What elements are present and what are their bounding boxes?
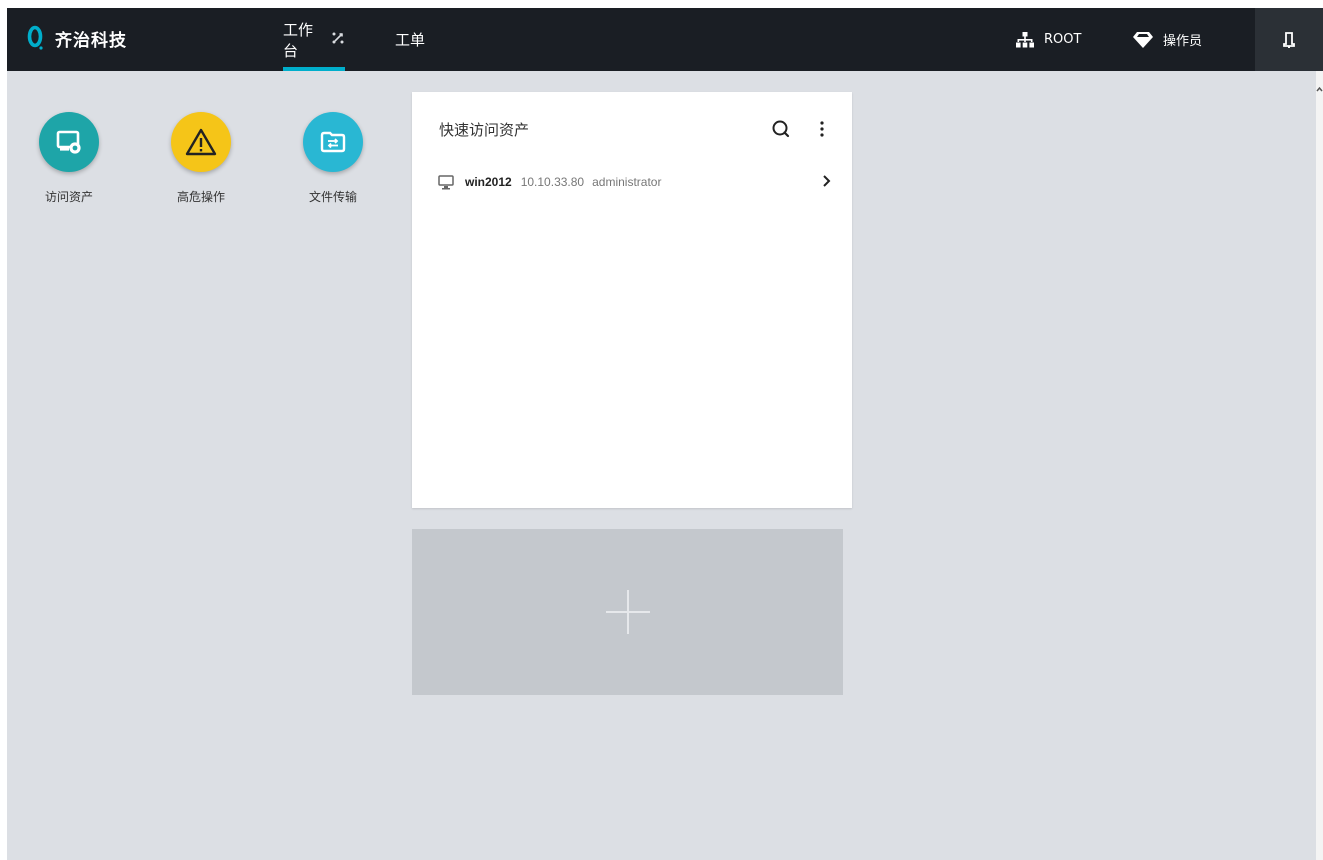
shortcut-file-transfer-circle	[303, 112, 363, 172]
search-icon[interactable]	[770, 118, 792, 140]
more-vertical-icon[interactable]	[816, 118, 828, 140]
file-transfer-icon	[320, 131, 346, 153]
shortcut-high-risk-label: 高危操作	[176, 190, 225, 204]
warning-icon	[185, 128, 217, 156]
shortcut-file-transfer[interactable]: 文件传输	[283, 112, 383, 205]
scroll-up-icon[interactable]	[1316, 85, 1323, 95]
shortcut-access-asset-circle	[39, 112, 99, 172]
shortcut-high-risk-circle	[171, 112, 231, 172]
top-bar: 齐治科技 工作台 工单 ROOT 操作员	[7, 8, 1323, 71]
app-root: 齐治科技 工作台 工单 ROOT 操作员 访问资产 高危操作 文件传输 快速访问…	[7, 8, 1323, 860]
brand-logo-icon	[27, 25, 45, 51]
asset-row[interactable]: win2012 10.10.33.80 administrator	[438, 170, 832, 194]
quick-access-card: 快速访问资产 win2012 10.10.33.80 administrator	[412, 92, 852, 508]
notifications-button[interactable]	[1255, 8, 1323, 71]
tab-workbench-label: 工作台	[283, 20, 314, 60]
quick-access-title: 快速访问资产	[439, 121, 530, 139]
shuffle-icon	[331, 31, 345, 49]
brand-name: 齐治科技	[55, 30, 127, 51]
asset-name: win2012	[465, 175, 512, 189]
diamond-icon	[1133, 31, 1153, 48]
asset-account: administrator	[592, 175, 662, 189]
asset-ip: 10.10.33.80	[520, 175, 585, 189]
chevron-right-icon	[823, 175, 831, 187]
add-widget-tile[interactable]	[412, 529, 843, 695]
vertical-scrollbar[interactable]	[1316, 71, 1323, 860]
org-tree-icon	[1016, 31, 1034, 47]
bell-icon	[1283, 31, 1295, 48]
tab-tickets[interactable]: 工单	[395, 8, 425, 71]
org-selector[interactable]: ROOT	[1016, 8, 1081, 71]
desktop-icon	[438, 174, 454, 189]
shortcut-high-risk[interactable]: 高危操作	[151, 112, 251, 205]
tab-tickets-label: 工单	[395, 31, 426, 49]
org-label: ROOT	[1044, 32, 1082, 47]
role-label: 操作员	[1163, 34, 1203, 49]
tab-workbench[interactable]: 工作台	[283, 8, 345, 71]
brand-logo[interactable]: 齐治科技	[27, 25, 127, 51]
shortcut-file-transfer-label: 文件传输	[308, 190, 357, 204]
plus-icon	[605, 590, 650, 634]
shortcut-access-asset-label: 访问资产	[44, 190, 93, 204]
monitor-icon	[56, 130, 81, 154]
shortcut-access-asset[interactable]: 访问资产	[19, 112, 119, 205]
role-selector[interactable]: 操作员	[1133, 8, 1202, 71]
